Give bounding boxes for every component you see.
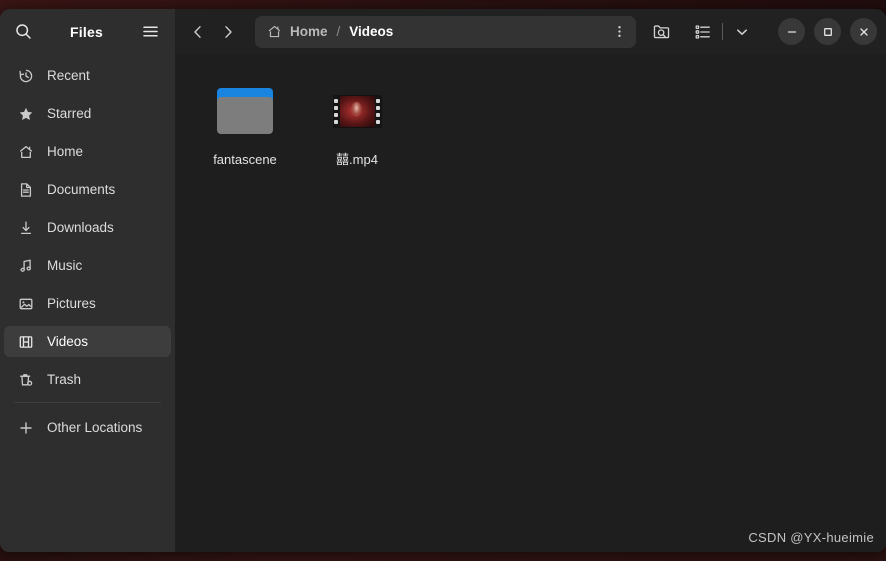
- close-button[interactable]: [850, 18, 877, 45]
- download-icon: [17, 219, 35, 237]
- breadcrumb-item-home[interactable]: Home: [290, 24, 328, 39]
- toolbar-separator: [722, 23, 723, 40]
- breadcrumb-item-current[interactable]: Videos: [349, 24, 393, 39]
- sidebar-divider: [14, 402, 161, 403]
- sidebar-item-music[interactable]: Music: [4, 250, 171, 281]
- list-view-icon[interactable]: [688, 17, 718, 47]
- home-icon: [267, 24, 282, 39]
- star-icon: [17, 105, 35, 123]
- home-icon: [17, 143, 35, 161]
- main-area: Home / Videos fantascene 囍.mp4 CSDN @YX-…: [175, 9, 886, 552]
- sidebar-item-other-locations[interactable]: Other Locations: [4, 412, 171, 443]
- folder-icon: [217, 80, 273, 142]
- sidebar-item-home[interactable]: Home: [4, 136, 171, 167]
- sidebar-item-recent[interactable]: Recent: [4, 60, 171, 91]
- sidebar-item-label: Other Locations: [47, 420, 143, 435]
- sidebar-item-label: Recent: [47, 68, 90, 83]
- sidebar-header: Files: [0, 9, 175, 54]
- clock-icon: [17, 67, 35, 85]
- search-icon[interactable]: [10, 19, 36, 45]
- hamburger-menu-icon[interactable]: [137, 19, 163, 45]
- vertical-dots-icon[interactable]: [606, 19, 632, 45]
- music-note-icon: [17, 257, 35, 275]
- chevron-down-icon[interactable]: [727, 17, 757, 47]
- app-title: Files: [70, 23, 103, 40]
- breadcrumb-separator: /: [336, 24, 341, 39]
- sidebar-item-label: Pictures: [47, 296, 96, 311]
- window-controls: [769, 18, 877, 45]
- file-label: fantascene: [213, 152, 277, 167]
- sidebar-item-downloads[interactable]: Downloads: [4, 212, 171, 243]
- desktop-background: Files Recent Starred Home Documents Down…: [0, 0, 886, 561]
- breadcrumb[interactable]: Home / Videos: [255, 15, 636, 48]
- file-grid: fantascene 囍.mp4: [189, 76, 886, 168]
- sidebar-item-label: Home: [47, 144, 84, 159]
- plus-icon: [17, 419, 35, 437]
- watermark: CSDN @YX-hueimie: [748, 530, 874, 545]
- image-icon: [17, 295, 35, 313]
- minimize-button[interactable]: [778, 18, 805, 45]
- file-item-folder[interactable]: fantascene: [189, 76, 301, 168]
- sidebar: Files Recent Starred Home Documents Down…: [0, 9, 175, 552]
- file-label: 囍.mp4: [336, 152, 378, 167]
- sidebar-nav-list: Recent Starred Home Documents Downloads …: [0, 54, 175, 552]
- forward-button[interactable]: [213, 17, 243, 47]
- sidebar-item-label: Trash: [47, 372, 82, 387]
- film-icon: [17, 333, 35, 351]
- sidebar-item-label: Starred: [47, 106, 92, 121]
- files-window: Files Recent Starred Home Documents Down…: [0, 9, 886, 552]
- sidebar-item-label: Downloads: [47, 220, 114, 235]
- sidebar-item-label: Music: [47, 258, 83, 273]
- toolbar: Home / Videos: [175, 9, 886, 54]
- sidebar-item-starred[interactable]: Starred: [4, 98, 171, 129]
- sidebar-item-label: Documents: [47, 182, 116, 197]
- trash-icon: [17, 371, 35, 389]
- sidebar-item-documents[interactable]: Documents: [4, 174, 171, 205]
- maximize-button[interactable]: [814, 18, 841, 45]
- document-icon: [17, 181, 35, 199]
- view-controls: [688, 17, 757, 47]
- folder-search-icon[interactable]: [646, 17, 676, 47]
- file-item-video[interactable]: 囍.mp4: [301, 76, 413, 168]
- sidebar-item-trash[interactable]: Trash: [4, 364, 171, 395]
- sidebar-item-videos[interactable]: Videos: [4, 326, 171, 357]
- sidebar-item-label: Videos: [47, 334, 89, 349]
- file-browser-content[interactable]: fantascene 囍.mp4 CSDN @YX-hueimie: [175, 54, 886, 552]
- back-button[interactable]: [183, 17, 213, 47]
- sidebar-item-pictures[interactable]: Pictures: [4, 288, 171, 319]
- video-thumbnail-icon: [332, 80, 382, 142]
